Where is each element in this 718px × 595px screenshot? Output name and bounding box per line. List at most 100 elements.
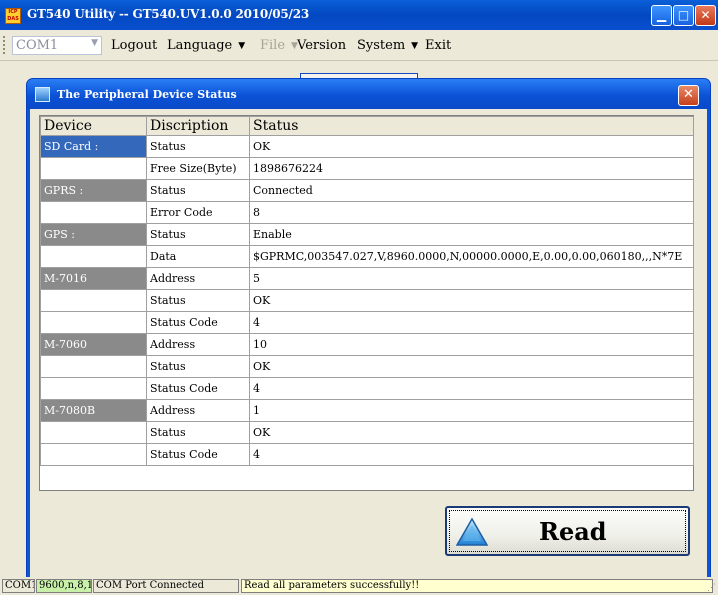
window-title: GT540 Utility -- GT540.UV1.0.0 2010/05/2… <box>27 7 310 21</box>
resize-grip-icon[interactable]: ⋰ <box>707 583 716 593</box>
peripheral-status-dialog: The Peripheral Device Status ✕ Device Di… <box>26 78 711 580</box>
status-baud-settings: 9600,n,8,1 <box>36 579 92 593</box>
chevron-down-icon: ▼ <box>91 38 98 48</box>
chevron-down-icon: ▼ <box>411 41 419 51</box>
status-cell: OK <box>249 355 694 378</box>
description-cell: Address <box>146 267 250 290</box>
column-header-status[interactable]: Status <box>249 116 694 136</box>
table-row[interactable]: Free Size(Byte) 1898676224 <box>40 157 694 180</box>
table-row[interactable]: M-7080B Address 1 <box>40 399 694 422</box>
status-cell: 1 <box>249 399 694 422</box>
close-icon: ✕ <box>700 8 711 22</box>
status-connection: COM Port Connected <box>93 579 239 593</box>
table-row[interactable]: GPRS : Status Connected <box>40 179 694 202</box>
device-cell: SD Card : <box>40 135 147 158</box>
table-header-row: Device Discription Status <box>40 116 694 136</box>
table-row[interactable]: Data $GPRMC,003547.027,V,8960.0000,N,0000… <box>40 245 694 268</box>
device-cell <box>40 289 147 312</box>
device-status-grid[interactable]: Device Discription Status SD Card : Statu… <box>39 115 694 491</box>
com-port-value: COM1 <box>16 38 59 53</box>
minimize-icon: ▁ <box>656 8 667 22</box>
device-cell: M-7016 <box>40 267 147 290</box>
description-cell: Status <box>146 223 250 246</box>
status-cell: Connected <box>249 179 694 202</box>
device-cell <box>40 201 147 224</box>
main-title-bar[interactable]: ICP DAS GT540 Utility -- GT540.UV1.0.0 2… <box>0 0 718 30</box>
status-bar: COM1 9600,n,8,1 COM Port Connected Read … <box>0 577 718 595</box>
chevron-down-icon: ▼ <box>238 41 246 51</box>
description-cell: Status <box>146 135 250 158</box>
description-cell: Free Size(Byte) <box>146 157 250 180</box>
menu-logout[interactable]: Logout <box>111 38 157 53</box>
status-cell: OK <box>249 421 694 444</box>
device-cell <box>40 311 147 334</box>
status-cell: OK <box>249 289 694 312</box>
description-cell: Status Code <box>146 311 250 334</box>
read-button-label: Read <box>539 517 607 546</box>
table-row[interactable]: M-7060 Address 10 <box>40 333 694 356</box>
menu-system[interactable]: System ▼ <box>357 38 418 53</box>
status-cell: Enable <box>249 223 694 246</box>
dialog-title-bar[interactable]: The Peripheral Device Status ✕ <box>27 79 710 109</box>
table-row[interactable]: Status Code 4 <box>40 311 694 334</box>
table-row[interactable]: Status OK <box>40 355 694 378</box>
minimize-button[interactable]: ▁ <box>651 5 672 26</box>
menu-version[interactable]: Version <box>297 38 346 53</box>
description-cell: Address <box>146 399 250 422</box>
description-cell: Status Code <box>146 443 250 466</box>
status-cell: 4 <box>249 377 694 400</box>
status-com-port: COM1 <box>2 579 35 593</box>
status-message: Read all parameters successfully!! <box>241 579 713 593</box>
toolbar-grip[interactable] <box>3 36 8 54</box>
device-cell <box>40 443 147 466</box>
device-cell <box>40 157 147 180</box>
menu-file[interactable]: File ▼ <box>260 38 298 53</box>
description-cell: Status <box>146 421 250 444</box>
table-row[interactable]: Status Code 4 <box>40 443 694 466</box>
com-port-select[interactable]: COM1 ▼ <box>12 36 102 55</box>
table-row[interactable]: Error Code 8 <box>40 201 694 224</box>
description-cell: Status <box>146 179 250 202</box>
table-row[interactable]: SD Card : Status OK <box>40 135 694 158</box>
table-row[interactable]: Status OK <box>40 421 694 444</box>
column-header-device[interactable]: Device <box>40 116 147 136</box>
device-cell: M-7060 <box>40 333 147 356</box>
triangle-icon <box>456 517 488 546</box>
device-cell: M-7080B <box>40 399 147 422</box>
description-cell: Data <box>146 245 250 268</box>
app-icon: ICP DAS <box>5 8 21 24</box>
close-button[interactable]: ✕ <box>695 5 716 26</box>
dialog-window-icon <box>35 87 50 102</box>
table-row[interactable]: Status Code 4 <box>40 377 694 400</box>
status-cell: 5 <box>249 267 694 290</box>
status-cell: 8 <box>249 201 694 224</box>
dialog-close-button[interactable]: ✕ <box>678 85 699 106</box>
status-cell: 10 <box>249 333 694 356</box>
device-cell <box>40 421 147 444</box>
status-cell: OK <box>249 135 694 158</box>
read-button[interactable]: Read <box>445 506 690 556</box>
dialog-body: Device Discription Status SD Card : Statu… <box>30 109 707 579</box>
status-cell: 4 <box>249 311 694 334</box>
description-cell: Status <box>146 289 250 312</box>
dialog-title: The Peripheral Device Status <box>57 88 237 101</box>
description-cell: Address <box>146 333 250 356</box>
menu-language[interactable]: Language ▼ <box>167 38 245 53</box>
table-row[interactable]: Status OK <box>40 289 694 312</box>
device-cell: GPS : <box>40 223 147 246</box>
device-cell: GPRS : <box>40 179 147 202</box>
description-cell: Status <box>146 355 250 378</box>
device-cell <box>40 355 147 378</box>
table-row[interactable]: M-7016 Address 5 <box>40 267 694 290</box>
menu-exit[interactable]: Exit <box>425 38 451 53</box>
device-cell <box>40 245 147 268</box>
column-header-description[interactable]: Discription <box>146 116 250 136</box>
maximize-button[interactable]: □ <box>673 5 694 26</box>
menu-bar: COM1 ▼ Logout Language ▼ File ▼ Version Sy… <box>0 30 718 61</box>
table-row[interactable]: GPS : Status Enable <box>40 223 694 246</box>
status-cell: $GPRMC,003547.027,V,8960.0000,N,00000.00… <box>249 245 694 268</box>
description-cell: Status Code <box>146 377 250 400</box>
device-cell <box>40 377 147 400</box>
close-icon: ✕ <box>683 87 694 102</box>
maximize-icon: □ <box>677 8 690 22</box>
